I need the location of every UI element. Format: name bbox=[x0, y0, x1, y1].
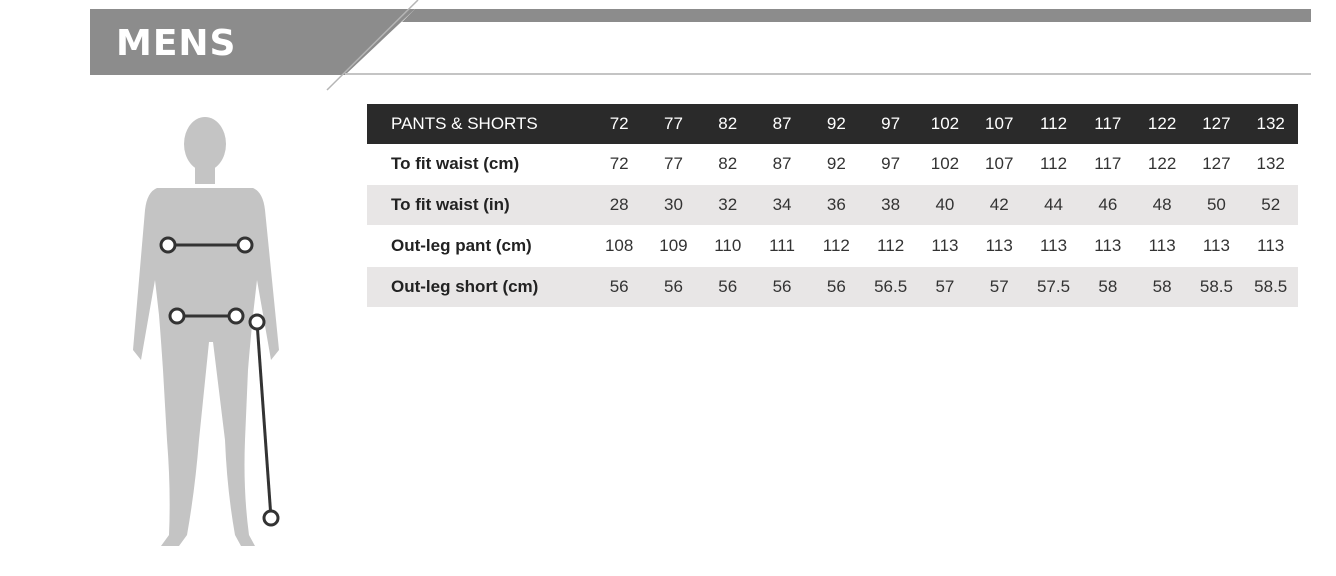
table-cell: 127 bbox=[1189, 144, 1244, 185]
table-row: To fit waist (cm) 72 77 82 87 92 97 102 … bbox=[367, 144, 1298, 185]
size-header: 127 bbox=[1189, 104, 1244, 144]
size-header: 102 bbox=[917, 104, 973, 144]
table-cell: 32 bbox=[700, 184, 755, 226]
table-cell: 56 bbox=[592, 266, 647, 308]
header-top-stripe bbox=[402, 9, 1311, 22]
table-cell: 46 bbox=[1080, 184, 1135, 226]
table-cell: 28 bbox=[592, 184, 647, 226]
size-header: 92 bbox=[809, 104, 864, 144]
table-cell: 113 bbox=[972, 225, 1027, 267]
table-header-label: PANTS & SHORTS bbox=[367, 104, 592, 144]
table-cell: 40 bbox=[917, 184, 973, 226]
table-cell: 57.5 bbox=[1026, 266, 1081, 308]
table-cell: 56 bbox=[646, 266, 701, 308]
table-cell: 109 bbox=[646, 225, 701, 267]
size-header: 82 bbox=[700, 104, 755, 144]
table-cell: 44 bbox=[1026, 184, 1081, 226]
table-cell: 38 bbox=[863, 184, 918, 226]
table-cell: 57 bbox=[972, 266, 1027, 308]
table-cell: 58.5 bbox=[1189, 266, 1244, 308]
table-row: Out-leg pant (cm) 108 109 110 111 112 11… bbox=[367, 225, 1298, 267]
table-cell: 111 bbox=[754, 225, 810, 267]
table-header-row: PANTS & SHORTS 72 77 82 87 92 97 102 107… bbox=[367, 104, 1298, 144]
table-cell: 110 bbox=[700, 225, 755, 267]
table-cell: 113 bbox=[917, 225, 973, 267]
table-cell: 97 bbox=[863, 144, 918, 185]
table-cell: 30 bbox=[646, 184, 701, 226]
table-cell: 58 bbox=[1134, 266, 1190, 308]
size-header: 117 bbox=[1080, 104, 1135, 144]
size-header: 122 bbox=[1134, 104, 1190, 144]
size-header: 107 bbox=[972, 104, 1027, 144]
page-title: MENS bbox=[116, 23, 237, 64]
table-cell: 52 bbox=[1243, 184, 1298, 226]
table-cell: 113 bbox=[1080, 225, 1135, 267]
table-cell: 108 bbox=[592, 225, 647, 267]
table-cell: 36 bbox=[809, 184, 864, 226]
table-cell: 58 bbox=[1080, 266, 1135, 308]
table-cell: 112 bbox=[1026, 144, 1081, 185]
size-header: 132 bbox=[1243, 104, 1298, 144]
size-header: 87 bbox=[754, 104, 810, 144]
body-measurement-icon bbox=[133, 117, 280, 546]
size-header: 97 bbox=[863, 104, 918, 144]
table-cell: 50 bbox=[1189, 184, 1244, 226]
table-cell: 58.5 bbox=[1243, 266, 1298, 308]
table-cell: 112 bbox=[863, 225, 918, 267]
table-cell: 57 bbox=[917, 266, 973, 308]
table-cell: 56 bbox=[809, 266, 864, 308]
table-cell: 72 bbox=[592, 144, 647, 185]
table-cell: 102 bbox=[917, 144, 973, 185]
table-cell: 82 bbox=[700, 144, 755, 185]
table-cell: 107 bbox=[972, 144, 1027, 185]
table-cell: 92 bbox=[809, 144, 864, 185]
table-cell: 113 bbox=[1026, 225, 1081, 267]
size-header: 72 bbox=[592, 104, 647, 144]
table-cell: 117 bbox=[1080, 144, 1135, 185]
row-label: To fit waist (in) bbox=[367, 184, 592, 226]
table-cell: 56 bbox=[754, 266, 810, 308]
size-header: 112 bbox=[1026, 104, 1081, 144]
table-cell: 122 bbox=[1134, 144, 1190, 185]
table-cell: 112 bbox=[809, 225, 864, 267]
table-cell: 42 bbox=[972, 184, 1027, 226]
table-row: To fit waist (in) 28 30 32 34 36 38 40 4… bbox=[367, 184, 1298, 226]
table-cell: 34 bbox=[754, 184, 810, 226]
size-header: 77 bbox=[646, 104, 701, 144]
table-cell: 77 bbox=[646, 144, 701, 185]
table-row: Out-leg short (cm) 56 56 56 56 56 56.5 5… bbox=[367, 266, 1298, 308]
row-label: Out-leg pant (cm) bbox=[367, 225, 592, 267]
table-cell: 48 bbox=[1134, 184, 1190, 226]
table-cell: 113 bbox=[1189, 225, 1244, 267]
table-cell: 113 bbox=[1134, 225, 1190, 267]
row-label: To fit waist (cm) bbox=[367, 144, 592, 185]
table-cell: 56 bbox=[700, 266, 755, 308]
size-table: PANTS & SHORTS 72 77 82 87 92 97 102 107… bbox=[367, 104, 1298, 308]
table-cell: 132 bbox=[1243, 144, 1298, 185]
table-cell: 56.5 bbox=[863, 266, 918, 308]
table-cell: 113 bbox=[1243, 225, 1298, 267]
table-cell: 87 bbox=[754, 144, 810, 185]
row-label: Out-leg short (cm) bbox=[367, 266, 592, 308]
